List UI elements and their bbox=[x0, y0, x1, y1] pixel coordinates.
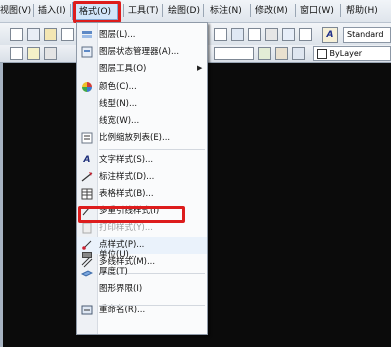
design-center-icon[interactable] bbox=[231, 28, 244, 41]
menu-item-label: 图层(L)... bbox=[99, 30, 136, 40]
menu-help[interactable]: 帮助(H) bbox=[346, 4, 378, 18]
layer-walk-icon[interactable] bbox=[292, 47, 305, 60]
menu-item-label: 打印样式(Y)... bbox=[99, 223, 153, 233]
menu-tools[interactable]: 工具(T) bbox=[128, 4, 159, 18]
menu-item-layer-tools[interactable]: 图层工具(O) ▶ bbox=[77, 61, 207, 78]
color-wheel-icon bbox=[81, 81, 93, 93]
menu-item-table-style[interactable]: 表格样式(B)... bbox=[77, 186, 207, 203]
dim-style-icon bbox=[81, 171, 93, 183]
color-swatch bbox=[317, 48, 327, 59]
menu-item-text-style[interactable]: A 文字样式(S)... bbox=[77, 152, 207, 169]
match-properties-icon[interactable] bbox=[61, 28, 74, 41]
menu-item-label: 图层状态管理器(A)... bbox=[99, 47, 180, 57]
menu-item-layer-state-manager[interactable]: 图层状态管理器(A)... bbox=[77, 44, 207, 61]
menu-item-label: 线型(N)... bbox=[99, 99, 138, 109]
menu-bar: 视图(V) 插入(I) 格式(O) 工具(T) 绘图(D) 标注(N) 修改(M… bbox=[0, 0, 391, 23]
table-style-icon bbox=[81, 188, 93, 200]
menu-item-label: 图形界限(I) bbox=[99, 284, 143, 294]
submenu-arrow-icon: ▶ bbox=[197, 64, 203, 72]
plot-style-icon bbox=[81, 222, 93, 234]
menu-separator bbox=[70, 4, 71, 17]
menu-item-lineweight[interactable]: 线宽(W)... bbox=[77, 113, 207, 130]
scale-list-icon bbox=[81, 132, 93, 144]
menu-insert[interactable]: 插入(I) bbox=[38, 4, 66, 18]
calculator-icon[interactable] bbox=[299, 28, 312, 41]
layer-dropdown-tail[interactable] bbox=[214, 47, 254, 60]
menu-item-drawing-limits[interactable]: 图形界限(I) bbox=[77, 281, 207, 298]
new-file-icon[interactable] bbox=[10, 28, 23, 41]
text-style-dropdown[interactable]: Standard bbox=[343, 27, 391, 43]
menu-separator bbox=[99, 149, 205, 150]
menu-window[interactable]: 窗口(W) bbox=[300, 4, 334, 18]
menu-item-color[interactable]: 颜色(C)... bbox=[77, 79, 207, 96]
menu-dimension[interactable]: 标注(N) bbox=[210, 4, 242, 18]
paste-icon[interactable] bbox=[44, 28, 57, 41]
menu-separator bbox=[162, 4, 163, 17]
menu-separator bbox=[123, 4, 124, 17]
layer-icon bbox=[81, 29, 93, 41]
lightbulb-icon[interactable] bbox=[27, 47, 40, 60]
menu-item-dimension-style[interactable]: 标注样式(D)... bbox=[77, 169, 207, 186]
menu-item-label: 表格样式(B)... bbox=[99, 189, 154, 199]
menu-item-label: 线宽(W)... bbox=[99, 116, 140, 126]
menu-view[interactable]: 视图(V) bbox=[0, 4, 31, 18]
menu-separator bbox=[250, 4, 251, 17]
make-current-icon[interactable] bbox=[258, 47, 271, 60]
layer-manager-icon[interactable] bbox=[10, 47, 23, 60]
menu-item-label: 文字样式(S)... bbox=[99, 155, 154, 165]
rename-icon bbox=[81, 304, 93, 316]
menu-draw[interactable]: 绘图(D) bbox=[168, 4, 200, 18]
units-icon bbox=[81, 249, 93, 261]
menu-item-label: 单位(U)... bbox=[99, 250, 137, 260]
menu-item-multileader-style[interactable]: 多重引线样式(I) bbox=[77, 203, 207, 220]
menu-separator bbox=[99, 305, 205, 306]
menu-item-label: 比例缩放列表(E)... bbox=[99, 133, 171, 143]
menu-item-thickness[interactable]: 厚度(T) bbox=[77, 264, 207, 281]
color-control-dropdown[interactable]: ByLayer bbox=[313, 46, 391, 61]
layer-state-icon bbox=[81, 46, 93, 58]
menu-item-label: 颜色(C)... bbox=[99, 82, 137, 92]
layer-previous-icon[interactable] bbox=[44, 47, 57, 60]
menu-item-label: 标注样式(D)... bbox=[99, 172, 155, 182]
menu-item-layer[interactable]: 图层(L)... bbox=[77, 27, 207, 44]
menu-item-label: 厚度(T) bbox=[99, 267, 128, 277]
mleader-style-icon bbox=[81, 205, 93, 217]
menu-separator bbox=[340, 4, 341, 17]
menu-item-label: 图层工具(O) bbox=[99, 64, 147, 74]
thickness-icon bbox=[81, 266, 93, 278]
menu-item-label: 多重引线样式(I) bbox=[99, 206, 160, 216]
text-style-toolbar-icon[interactable]: A bbox=[322, 27, 338, 43]
format-dropdown-menu: 图层(L)... 图层状态管理器(A)... 图层工具(O) ▶ 颜色(C)..… bbox=[76, 22, 208, 335]
menu-separator bbox=[203, 4, 204, 17]
menu-item-plot-style: 打印样式(Y)... bbox=[77, 220, 207, 237]
menu-format[interactable]: 格式(O) bbox=[72, 2, 118, 20]
menu-separator bbox=[33, 4, 34, 17]
menu-separator bbox=[295, 4, 296, 17]
markup-icon[interactable] bbox=[282, 28, 295, 41]
layer-isolate-icon[interactable] bbox=[275, 47, 288, 60]
menu-item-linetype[interactable]: 线型(N)... bbox=[77, 96, 207, 113]
copy-icon[interactable] bbox=[27, 28, 40, 41]
color-control-value: ByLayer bbox=[329, 49, 363, 58]
text-style-icon: A bbox=[83, 155, 91, 165]
properties-icon[interactable] bbox=[214, 28, 227, 41]
canvas-right-edge bbox=[374, 63, 391, 347]
menu-item-scale-list[interactable]: 比例缩放列表(E)... bbox=[77, 130, 207, 147]
menu-modify[interactable]: 修改(M) bbox=[255, 4, 288, 18]
sheet-set-icon[interactable] bbox=[265, 28, 278, 41]
menu-item-units[interactable]: 单位(U)... bbox=[77, 247, 207, 264]
tool-palettes-icon[interactable] bbox=[248, 28, 261, 41]
